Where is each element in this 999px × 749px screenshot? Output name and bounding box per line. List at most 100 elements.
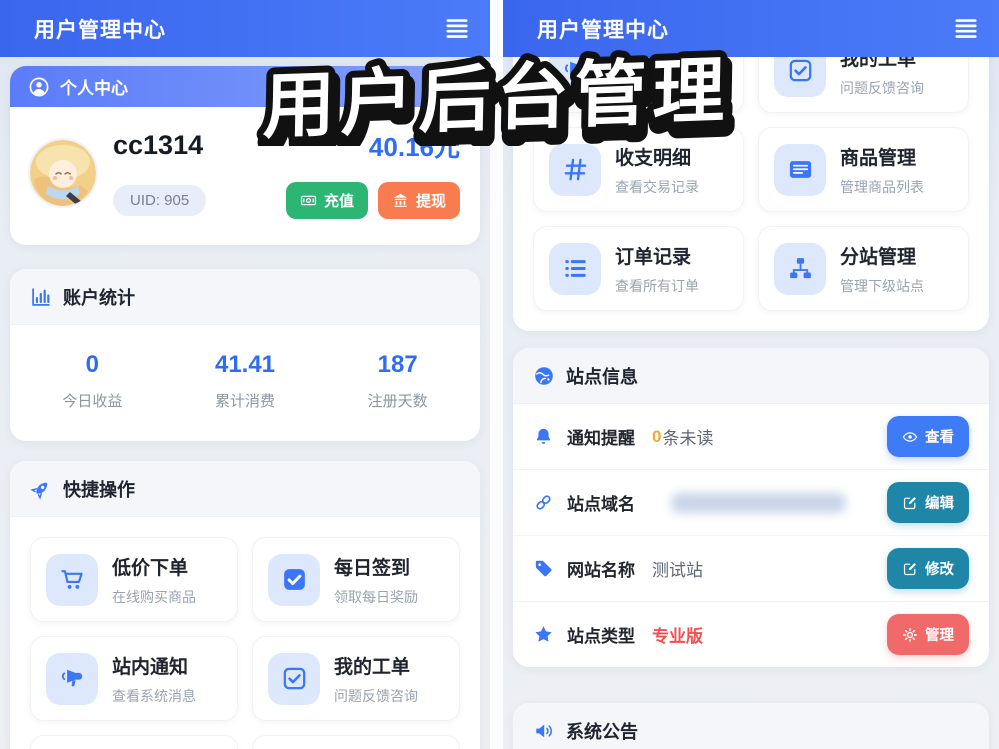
left-screen-content: 个人中心 cc1314 40.16元 UID: 905 充值 提现 账户统计 0… — [0, 0, 490, 749]
right-screen-content: 快捷操作 低价下单 在线购买商品 每日签到 领取每日奖励 站内通知 查看系统消息 — [503, 0, 999, 749]
quick-action-title: 订单记录 — [615, 246, 692, 268]
quick-action-daily-checkin[interactable]: 每日签到 领取每日奖励 — [252, 537, 460, 622]
personal-center-body: cc1314 40.16元 UID: 905 充值 提现 — [10, 107, 480, 245]
quick-action-title: 收支明细 — [615, 147, 692, 169]
value-part: 条未读 — [662, 429, 714, 448]
quick-action-subtitle: 管理商品列表 — [840, 178, 924, 195]
megaphone-icon — [562, 57, 589, 84]
username: cc1314 — [113, 130, 204, 160]
app-header: 用户管理中心 — [503, 0, 999, 57]
quick-action-title: 商品管理 — [840, 147, 917, 169]
site-row-label: 通知提醒 — [567, 429, 635, 448]
site-row-label: 站点域名 — [567, 495, 635, 514]
quick-action-text: 订单记录 查看所有订单 — [615, 242, 699, 296]
gear-icon — [902, 627, 918, 643]
site-info-rows: 通知提醒 0 条未读 查看 站点域名 编辑 网站名称 测试站 修改 站点类型 专… — [513, 404, 989, 667]
quick-action-order-records[interactable]: 订单记录 查看所有订单 — [533, 226, 744, 311]
value-part: 测试站 — [652, 561, 703, 580]
withdraw-label: 提现 — [415, 193, 446, 210]
bell-icon — [533, 426, 554, 447]
site-row-action-button[interactable]: 修改 — [887, 548, 969, 589]
site-row-action-button[interactable]: 查看 — [887, 416, 969, 457]
quick-action-title: 我的工单 — [334, 656, 411, 678]
check-solid-icon — [281, 566, 308, 593]
account-stats-header: 账户统计 — [10, 269, 480, 325]
quick-action-title: 低价下单 — [112, 557, 189, 579]
quick-action-transactions[interactable]: 收支明细 查看交易记录 — [533, 127, 744, 212]
app-title: 用户管理中心 — [34, 18, 166, 42]
avatar[interactable] — [30, 140, 96, 206]
menu-button[interactable] — [440, 12, 474, 46]
site-row-label: 网站名称 — [567, 561, 635, 580]
quick-action-product-management[interactable]: 商品管理 管理商品列表 — [758, 127, 969, 212]
site-row-value: 0 条未读 — [652, 424, 713, 449]
site-row-site-type: 站点类型 专业版 管理 — [513, 602, 989, 667]
person-circle-icon — [28, 76, 50, 98]
quick-action-substation-management[interactable]: 分站管理 管理下级站点 — [758, 226, 969, 311]
quick-action-icon-tile — [268, 652, 320, 705]
quick-action-text: 收支明细 查看交易记录 — [615, 143, 699, 197]
quick-actions-grid: 低价下单 在线购买商品 每日签到 领取每日奖励 站内通知 查看系统消息 我的工单… — [10, 517, 480, 749]
withdraw-button[interactable]: 提现 — [377, 182, 460, 219]
link-icon — [533, 492, 554, 513]
quick-action-icon-tile — [46, 652, 98, 705]
site-row-domain: 站点域名 编辑 — [513, 470, 989, 536]
quick-action-low-price-order[interactable]: 低价下单 在线购买商品 — [30, 537, 238, 622]
menu-button[interactable] — [949, 12, 983, 46]
quick-action-text: 低价下单 在线购买商品 — [112, 553, 196, 607]
quick-action-subtitle: 在线购买商品 — [112, 588, 196, 605]
site-row-site-name: 网站名称 测试站 修改 — [513, 536, 989, 602]
uid-badge: UID: 905 — [113, 185, 207, 216]
personal-center-title: 个人中心 — [60, 79, 128, 98]
quick-actions-title: 快捷操作 — [63, 479, 135, 500]
app-header: 用户管理中心 — [0, 0, 490, 57]
stat-item: 0 今日收益 — [16, 351, 169, 411]
quick-action-site-notice[interactable]: 站内通知 查看系统消息 — [30, 636, 238, 721]
site-row-value: 测试站 — [652, 556, 703, 581]
check-outline-icon — [281, 665, 308, 692]
site-row-label: 站点类型 — [567, 627, 635, 646]
stat-value: 0 — [85, 351, 100, 378]
quick-action-text: 站内通知 查看系统消息 — [112, 652, 196, 706]
announcement-card: 系统公告 — [513, 703, 989, 749]
quick-action-subtitle: 管理下级站点 — [840, 277, 924, 294]
site-row-action-button[interactable]: 编辑 — [887, 482, 969, 523]
site-row-action-label: 编辑 — [925, 496, 954, 512]
list-icon — [562, 255, 589, 282]
megaphone-icon — [59, 665, 86, 692]
quick-action-text: 每日签到 领取每日奖励 — [334, 553, 418, 607]
quick-action-my-tickets[interactable]: 我的工单 问题反馈咨询 — [252, 636, 460, 721]
quick-action-icon-tile — [549, 242, 601, 295]
quick-action-subtitle: 查看所有订单 — [615, 277, 699, 294]
stat-item: 187 注册天数 — [321, 351, 474, 411]
quick-action-transactions[interactable]: 收支明细 查看交易记录 — [30, 735, 238, 749]
sitemap-icon — [787, 255, 814, 282]
chart-icon — [30, 286, 52, 308]
balance-amount: 40.16元 — [368, 132, 460, 162]
site-row-action-label: 管理 — [925, 628, 954, 644]
quick-action-subtitle: 领取每日奖励 — [334, 588, 418, 605]
hash-icon — [562, 156, 589, 183]
stat-value: 187 — [377, 351, 418, 378]
quick-action-product-management[interactable]: 商品管理 管理商品列表 — [252, 735, 460, 749]
quick-actions-header: 快捷操作 — [10, 461, 480, 517]
app-title: 用户管理中心 — [537, 18, 669, 42]
eye-icon — [902, 429, 918, 445]
menu-icon — [443, 16, 471, 42]
site-row-action-button[interactable]: 管理 — [887, 614, 969, 655]
edit-icon — [902, 495, 918, 511]
site-row-action-label: 查看 — [925, 430, 954, 446]
site-info-title: 站点信息 — [566, 366, 638, 387]
quick-action-subtitle: 问题反馈咨询 — [840, 79, 924, 96]
quick-action-icon-tile — [774, 143, 826, 196]
stat-label: 今日收益 — [62, 393, 123, 410]
quick-action-subtitle: 查看系统消息 — [615, 79, 699, 96]
blurred-value — [671, 492, 846, 513]
value-part: 专业版 — [652, 627, 703, 646]
quick-action-title: 分站管理 — [840, 246, 917, 268]
recharge-button[interactable]: 充值 — [285, 182, 368, 219]
quick-action-icon-tile — [549, 143, 601, 196]
bank-icon — [392, 192, 409, 209]
quick-action-text: 分站管理 管理下级站点 — [840, 242, 924, 296]
quick-action-icon-tile — [268, 553, 320, 606]
